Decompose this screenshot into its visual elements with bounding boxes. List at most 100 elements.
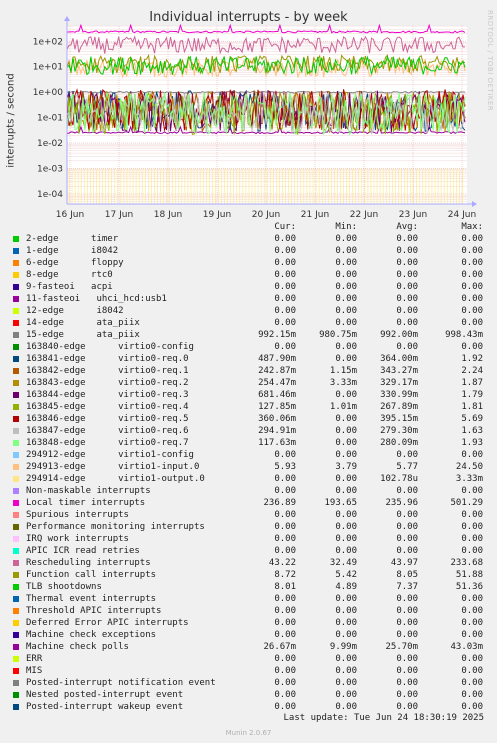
header-max: Max: <box>461 222 483 232</box>
legend-cur: 0.00 <box>274 234 296 244</box>
legend-name: 163844-edge virtio0-req.3 <box>26 390 189 400</box>
legend-cur: 8.01 <box>274 582 296 592</box>
legend-row: 163846-edge virtio0-req.5 360.06m 0.00 395.… <box>0 413 497 425</box>
legend-name: 163848-edge virtio0-req.7 <box>26 438 189 448</box>
legend-min: 0.00 <box>335 666 357 676</box>
legend-row: 163840-edge virtio0-config 0.00 0.00 0.00 0.… <box>0 341 497 353</box>
legend-min: 0.00 <box>335 414 357 424</box>
legend-swatch <box>13 260 19 266</box>
legend-cur: 0.00 <box>274 270 296 280</box>
legend-swatch <box>13 488 19 494</box>
legend-name: APIC ICR read retries <box>26 546 140 556</box>
legend-avg: 0.00 <box>396 270 418 280</box>
legend-name: Deferred Error APIC interrupts <box>26 618 189 628</box>
legend-min: 0.00 <box>335 486 357 496</box>
legend-swatch <box>13 248 19 254</box>
legend-avg: 280.09m <box>380 438 418 448</box>
legend-avg: 0.00 <box>396 258 418 268</box>
x-tick-label: 20 Jun <box>252 210 280 220</box>
legend-name: 163840-edge virtio0-config <box>26 342 194 352</box>
legend-cur: 360.06m <box>258 414 296 424</box>
legend-max: 1.81 <box>461 402 483 412</box>
x-axis-arrow <box>472 201 477 207</box>
legend-max: 1.87 <box>461 378 483 388</box>
legend-min: 0.00 <box>335 534 357 544</box>
legend-swatch <box>13 524 19 530</box>
legend-max: 3.33m <box>455 474 483 484</box>
legend-min: 0.00 <box>335 234 357 244</box>
legend-row: 15-edge ata_piix 992.15m 980.75m 992.00m 998… <box>0 329 497 341</box>
legend-name: Rescheduling interrupts <box>26 558 151 568</box>
legend-name: 163843-edge virtio0-req.2 <box>26 378 189 388</box>
legend-min: 4.89 <box>335 582 357 592</box>
legend-name: IRQ work interrupts <box>26 534 129 544</box>
legend-max: 51.88 <box>455 570 483 580</box>
legend-name: 1-edge i8042 <box>26 246 119 256</box>
legend-max: 0.00 <box>461 678 483 688</box>
legend-row: Function call interrupts 8.72 5.42 8.05 51.8… <box>0 569 497 581</box>
legend-max: 2.24 <box>461 366 483 376</box>
legend-min: 0.00 <box>335 342 357 352</box>
legend-max: 233.68 <box>450 558 483 568</box>
legend-swatch <box>13 320 19 326</box>
legend-swatch <box>13 656 19 662</box>
legend-cur: 0.00 <box>274 654 296 664</box>
legend-min: 193.65 <box>324 498 357 508</box>
legend-header-row: Cur: Min: Avg: Max: <box>0 221 497 233</box>
legend-min: 0.00 <box>335 318 357 328</box>
legend-name: 8-edge rtc0 <box>26 270 113 280</box>
legend-row: ERR 0.00 0.00 0.00 0.00 <box>0 653 497 665</box>
legend-swatch <box>13 404 19 410</box>
x-tick-label: 17 Jun <box>105 210 133 220</box>
legend-name: 11-fasteoi uhci_hcd:usb1 <box>26 294 167 304</box>
legend-avg: 0.00 <box>396 546 418 556</box>
chart-plot: 1e-04 1e-03 1e-02 1e-01 1e+00 1e+01 1e+02 16 Ju… <box>33 16 477 220</box>
legend-swatch <box>13 620 19 626</box>
legend-swatch <box>13 440 19 446</box>
legend-swatch <box>13 344 19 350</box>
legend-max: 0.00 <box>461 654 483 664</box>
legend-cur: 8.72 <box>274 570 296 580</box>
legend-swatch <box>13 632 19 638</box>
legend-row: 163841-edge virtio0-req.0 487.90m 0.00 364.… <box>0 353 497 365</box>
legend-min: 0.00 <box>335 438 357 448</box>
legend-swatch <box>13 284 19 290</box>
legend-cur: 0.00 <box>274 450 296 460</box>
legend-avg: 0.00 <box>396 678 418 688</box>
legend-name: Function call interrupts <box>26 570 157 580</box>
legend-row: 163843-edge virtio0-req.2 254.47m 3.33m 329… <box>0 377 497 389</box>
legend-max: 0.00 <box>461 306 483 316</box>
legend-row: 6-edge floppy 0.00 0.00 0.00 0.00 <box>0 257 497 269</box>
legend-name: Thermal event interrupts <box>26 594 157 604</box>
legend-cur: 0.00 <box>274 618 296 628</box>
legend-min: 0.00 <box>335 450 357 460</box>
legend-avg: 0.00 <box>396 294 418 304</box>
legend-swatch <box>13 512 19 518</box>
legend-cur: 0.00 <box>274 474 296 484</box>
legend-max: 0.00 <box>461 606 483 616</box>
legend-max: 0.00 <box>461 618 483 628</box>
legend-max: 0.00 <box>461 282 483 292</box>
x-tick-label: 23 Jun <box>399 210 427 220</box>
y-tick-label: 1e-01 <box>37 114 63 124</box>
legend-cur: 0.00 <box>274 546 296 556</box>
legend-row: 294912-edge virtio1-config 0.00 0.00 0.00 0.… <box>0 449 497 461</box>
legend-cur: 681.46m <box>258 390 296 400</box>
legend-min: 0.00 <box>335 690 357 700</box>
legend-row: Nested posted-interrupt event 0.00 0.00 0.0… <box>0 689 497 701</box>
legend-avg: 0.00 <box>396 630 418 640</box>
legend-cur: 0.00 <box>274 522 296 532</box>
legend-max: 1.93 <box>461 438 483 448</box>
legend-min: 0.00 <box>335 282 357 292</box>
munin-version: Munin 2.0.67 <box>225 729 272 737</box>
legend-min: 0.00 <box>335 258 357 268</box>
legend-avg: 43.97 <box>390 558 418 568</box>
x-tick-label: 18 Jun <box>154 210 182 220</box>
legend-min: 0.00 <box>335 390 357 400</box>
legend-name: Machine check exceptions <box>26 630 157 640</box>
legend-max: 501.29 <box>450 498 483 508</box>
legend-min: 9.99m <box>329 642 357 652</box>
legend-max: 0.00 <box>461 246 483 256</box>
legend-swatch <box>13 368 19 374</box>
legend-max: 5.69 <box>461 414 483 424</box>
